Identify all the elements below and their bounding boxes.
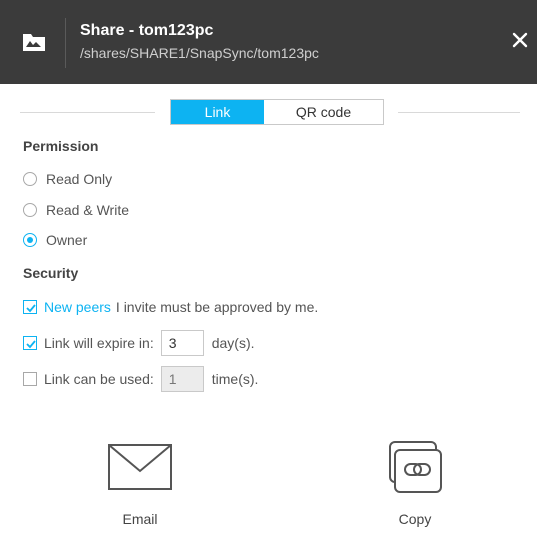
- permission-title: Permission: [23, 138, 99, 154]
- copy-link-icon: [389, 441, 442, 493]
- usage-checkbox[interactable]: [23, 372, 37, 386]
- tab-qr-code[interactable]: QR code: [264, 100, 383, 124]
- expire-unit: day(s).: [211, 335, 255, 351]
- new-peers-row: New peers I invite must be approved by m…: [23, 298, 318, 316]
- expire-label: Link will expire in:: [44, 335, 154, 351]
- usage-row: Link can be used: time(s).: [23, 366, 258, 392]
- usage-count-input[interactable]: [160, 366, 204, 392]
- security-title: Security: [23, 265, 79, 281]
- expire-row: Link will expire in: day(s).: [23, 330, 255, 356]
- new-peers-checkbox[interactable]: [23, 300, 37, 314]
- share-path: /shares/SHARE1/SnapSync/tom123pc: [80, 45, 319, 61]
- header-separator: [65, 18, 66, 68]
- radio-read-write[interactable]: Read & Write: [23, 201, 129, 219]
- expire-days-input[interactable]: [160, 330, 204, 356]
- new-peers-link[interactable]: New peers: [44, 299, 111, 315]
- tab-link[interactable]: Link: [171, 100, 264, 124]
- radio-owner[interactable]: Owner: [23, 231, 87, 249]
- checkmark-icon: [26, 340, 36, 349]
- tabs-divider-right: [398, 112, 520, 113]
- radio-label: Read Only: [46, 171, 113, 187]
- email-label: Email: [122, 511, 158, 527]
- copy-label: Copy: [398, 511, 432, 527]
- envelope-icon: [108, 444, 172, 490]
- radio-button[interactable]: [23, 172, 37, 186]
- share-tabs: Link QR code: [170, 99, 384, 125]
- usage-label: Link can be used:: [44, 371, 154, 387]
- checkmark-icon: [26, 304, 36, 313]
- shared-folder-icon: [23, 34, 45, 51]
- expire-checkbox[interactable]: [23, 336, 37, 350]
- close-icon[interactable]: [510, 30, 530, 50]
- dialog-title: Share - tom123pc: [80, 22, 214, 39]
- dialog-header: Share - tom123pc /shares/SHARE1/SnapSync…: [0, 0, 537, 84]
- radio-button-selected[interactable]: [23, 233, 37, 247]
- new-peers-text: I invite must be approved by me.: [115, 299, 319, 315]
- radio-button[interactable]: [23, 203, 37, 217]
- usage-unit: time(s).: [211, 371, 259, 387]
- radio-read-only[interactable]: Read Only: [23, 170, 112, 188]
- radio-label: Read & Write: [46, 202, 129, 218]
- radio-label: Owner: [46, 232, 88, 248]
- tabs-divider-left: [20, 112, 155, 113]
